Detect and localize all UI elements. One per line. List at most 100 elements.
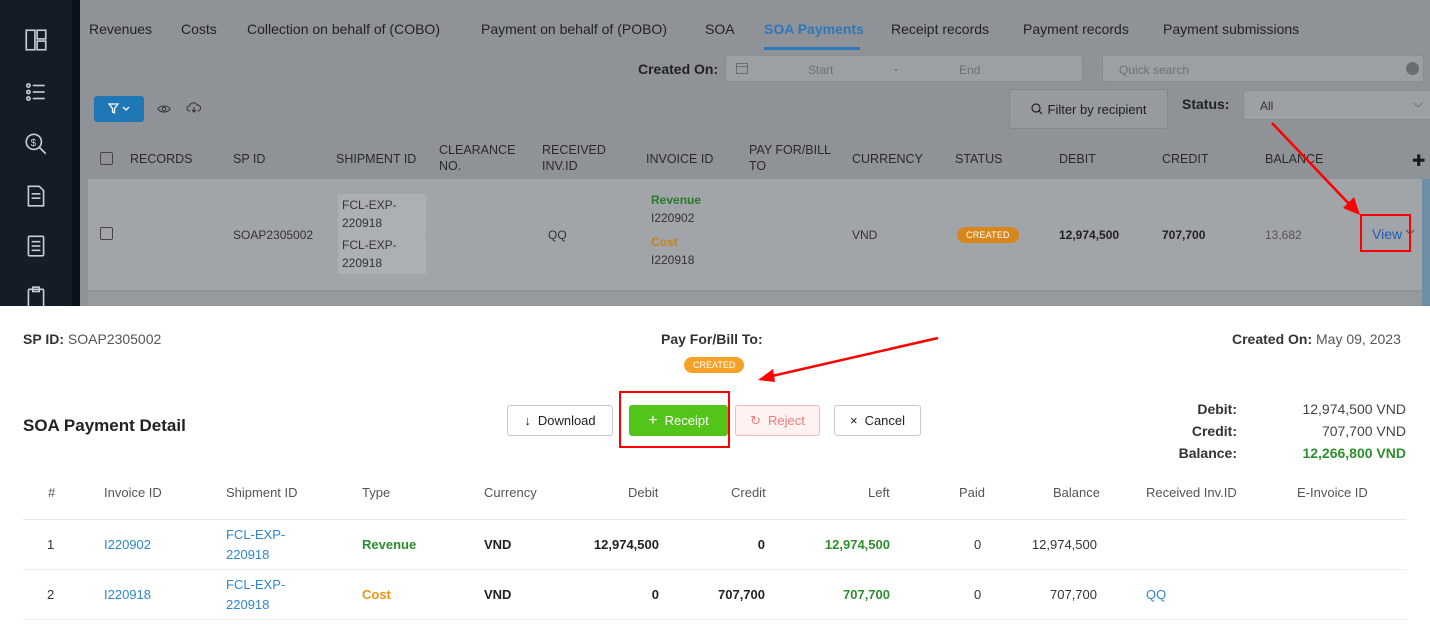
row-credit: 0 (757, 537, 765, 552)
row-currency: VND (484, 587, 512, 602)
created-on-label: Created On: (638, 61, 719, 77)
table-row[interactable] (88, 292, 1422, 306)
date-start-placeholder[interactable]: Start (808, 63, 833, 77)
cloud-download-icon[interactable] (186, 101, 202, 116)
eye-icon[interactable] (157, 102, 171, 117)
dashboard-icon[interactable] (20, 24, 52, 56)
quick-search-placeholder: Quick search (1119, 63, 1190, 77)
tab-bar: Revenues Costs Collection on behalf of (… (80, 7, 1430, 50)
detail-table-header: # Invoice ID Shipment ID Type Currency D… (23, 476, 1406, 520)
revenue-label: Revenue (651, 193, 702, 207)
invoice-link[interactable]: I220902 (104, 536, 151, 554)
col-invoice-id: Invoice ID (104, 485, 162, 500)
col-clearance-no: CLEARANCE NO. (439, 143, 516, 173)
sp-id-value: SOAP2305002 (67, 331, 162, 347)
sidebar-edge (72, 0, 80, 306)
date-end-placeholder[interactable]: End (959, 63, 980, 77)
row-debit: 0 (651, 587, 659, 602)
filter-button[interactable] (94, 96, 144, 122)
documents-icon[interactable] (20, 230, 52, 262)
summary-debit-label: Debit: (1197, 401, 1237, 417)
shipment-link[interactable]: FCL-EXP- (226, 526, 285, 544)
status-badge: CREATED (957, 227, 1019, 243)
row-balance: 12,974,500 (1031, 537, 1097, 552)
invoice-link[interactable]: I220918 (104, 586, 151, 604)
clear-icon[interactable] (1406, 62, 1419, 75)
summary-balance-value: 12,266,800 VND (1302, 445, 1406, 461)
download-label: Download (537, 413, 596, 428)
col-received-inv-id: Received Inv.ID (1146, 485, 1237, 500)
reject-button[interactable]: ↻ Reject (735, 405, 820, 436)
row-paid: 0 (974, 587, 982, 602)
sp-id-label: SP ID: (23, 331, 64, 347)
quick-search-input[interactable]: Quick search (1102, 55, 1424, 82)
cancel-label: Cancel (864, 413, 906, 428)
table-row: 1 I220902 FCL-EXP- 220918 Revenue VND 12… (23, 520, 1406, 570)
clipboard-icon[interactable] (20, 282, 52, 306)
tab-receipt-records[interactable]: Receipt records (891, 21, 989, 37)
col-debit: DEBIT (1059, 152, 1096, 166)
refresh-icon: ↻ (750, 412, 762, 428)
detail-created-on: Created On: May 09, 2023 (1232, 331, 1401, 347)
download-button[interactable]: ↓ Download (507, 405, 613, 436)
view-highlight-box (1360, 214, 1411, 252)
summary-debit-value: 12,974,500 VND (1302, 401, 1406, 417)
tab-payment-submissions[interactable]: Payment submissions (1163, 21, 1299, 37)
tab-costs[interactable]: Costs (181, 21, 217, 37)
row-balance: 13,682 (1265, 228, 1302, 242)
cancel-button[interactable]: × Cancel (834, 405, 921, 436)
col-sp-id: SP ID (233, 152, 266, 166)
received-inv-link[interactable]: QQ (1146, 586, 1166, 604)
col-paid: Paid (959, 485, 986, 500)
tab-soa-payments[interactable]: SOA Payments (764, 21, 864, 37)
tab-revenues[interactable]: Revenues (89, 21, 152, 37)
col-credit: Credit (731, 485, 766, 500)
cost-invoice-id[interactable]: I220918 (651, 251, 701, 269)
chevron-down-icon (1413, 102, 1423, 108)
shipment-link[interactable]: 220918 (226, 596, 269, 614)
created-on-label: Created On: (1232, 331, 1313, 347)
add-column-icon[interactable]: ✚ (1412, 151, 1425, 171)
row-debit: 12,974,500 (1059, 228, 1120, 242)
status-select-value: All (1260, 99, 1274, 113)
row-shipment-chip: FCL-EXP-220918 (338, 234, 426, 274)
row-checkbox[interactable] (100, 227, 113, 240)
close-icon: × (849, 413, 858, 428)
col-balance: BALANCE (1265, 152, 1324, 166)
col-currency: Currency (484, 485, 537, 500)
active-tab-underline (764, 47, 860, 50)
svg-text:$: $ (31, 138, 37, 149)
finance-search-icon[interactable]: $ (20, 128, 52, 160)
row-index: 2 (47, 587, 55, 602)
tab-soa[interactable]: SOA (705, 21, 735, 37)
arrow-down-icon: ↓ (524, 413, 531, 428)
date-range-picker[interactable]: Start - End (725, 55, 1083, 82)
row-credit: 707,700 (718, 587, 765, 602)
select-all-checkbox[interactable] (100, 152, 113, 165)
tab-payment-records[interactable]: Payment records (1023, 21, 1129, 37)
row-index: 1 (47, 537, 55, 552)
revenue-invoice-id[interactable]: I220902 (651, 209, 701, 227)
tab-cobo[interactable]: Collection on behalf of (COBO) (247, 21, 440, 37)
list-icon[interactable] (20, 76, 52, 108)
list-table-header: RECORDS SP ID SHIPMENT ID CLEARANCE NO. … (88, 138, 1430, 178)
shipment-link[interactable]: FCL-EXP- (226, 576, 285, 594)
invoice-icon[interactable] (20, 180, 52, 212)
tab-pobo[interactable]: Payment on behalf of (POBO) (481, 21, 667, 37)
row-invoice-ids: Revenue I220902 Cost I220918 (651, 191, 701, 269)
shipment-link[interactable]: 220918 (226, 546, 269, 564)
row-paid: 0 (974, 537, 982, 552)
scrollbar[interactable] (1422, 179, 1430, 306)
col-invoice-id: INVOICE ID (646, 152, 714, 166)
filter-by-recipient-label: Filter by recipient (1047, 101, 1147, 117)
status-select[interactable]: All (1243, 90, 1430, 120)
row-currency: VND (852, 228, 878, 242)
sidebar: $ (0, 0, 80, 306)
table-row[interactable]: SOAP2305002 FCL-EXP-220918 FCL-EXP-22091… (88, 179, 1422, 290)
row-credit: 707,700 (1162, 228, 1206, 242)
detail-pay-for: Pay For/Bill To: (661, 331, 763, 347)
col-e-invoice-id: E-Invoice ID (1297, 485, 1368, 500)
col-pay-for-bill-to: PAY FOR/BILL TO (749, 143, 831, 173)
row-left: 12,974,500 (824, 537, 890, 552)
filter-by-recipient-button[interactable]: Filter by recipient (1009, 89, 1168, 129)
